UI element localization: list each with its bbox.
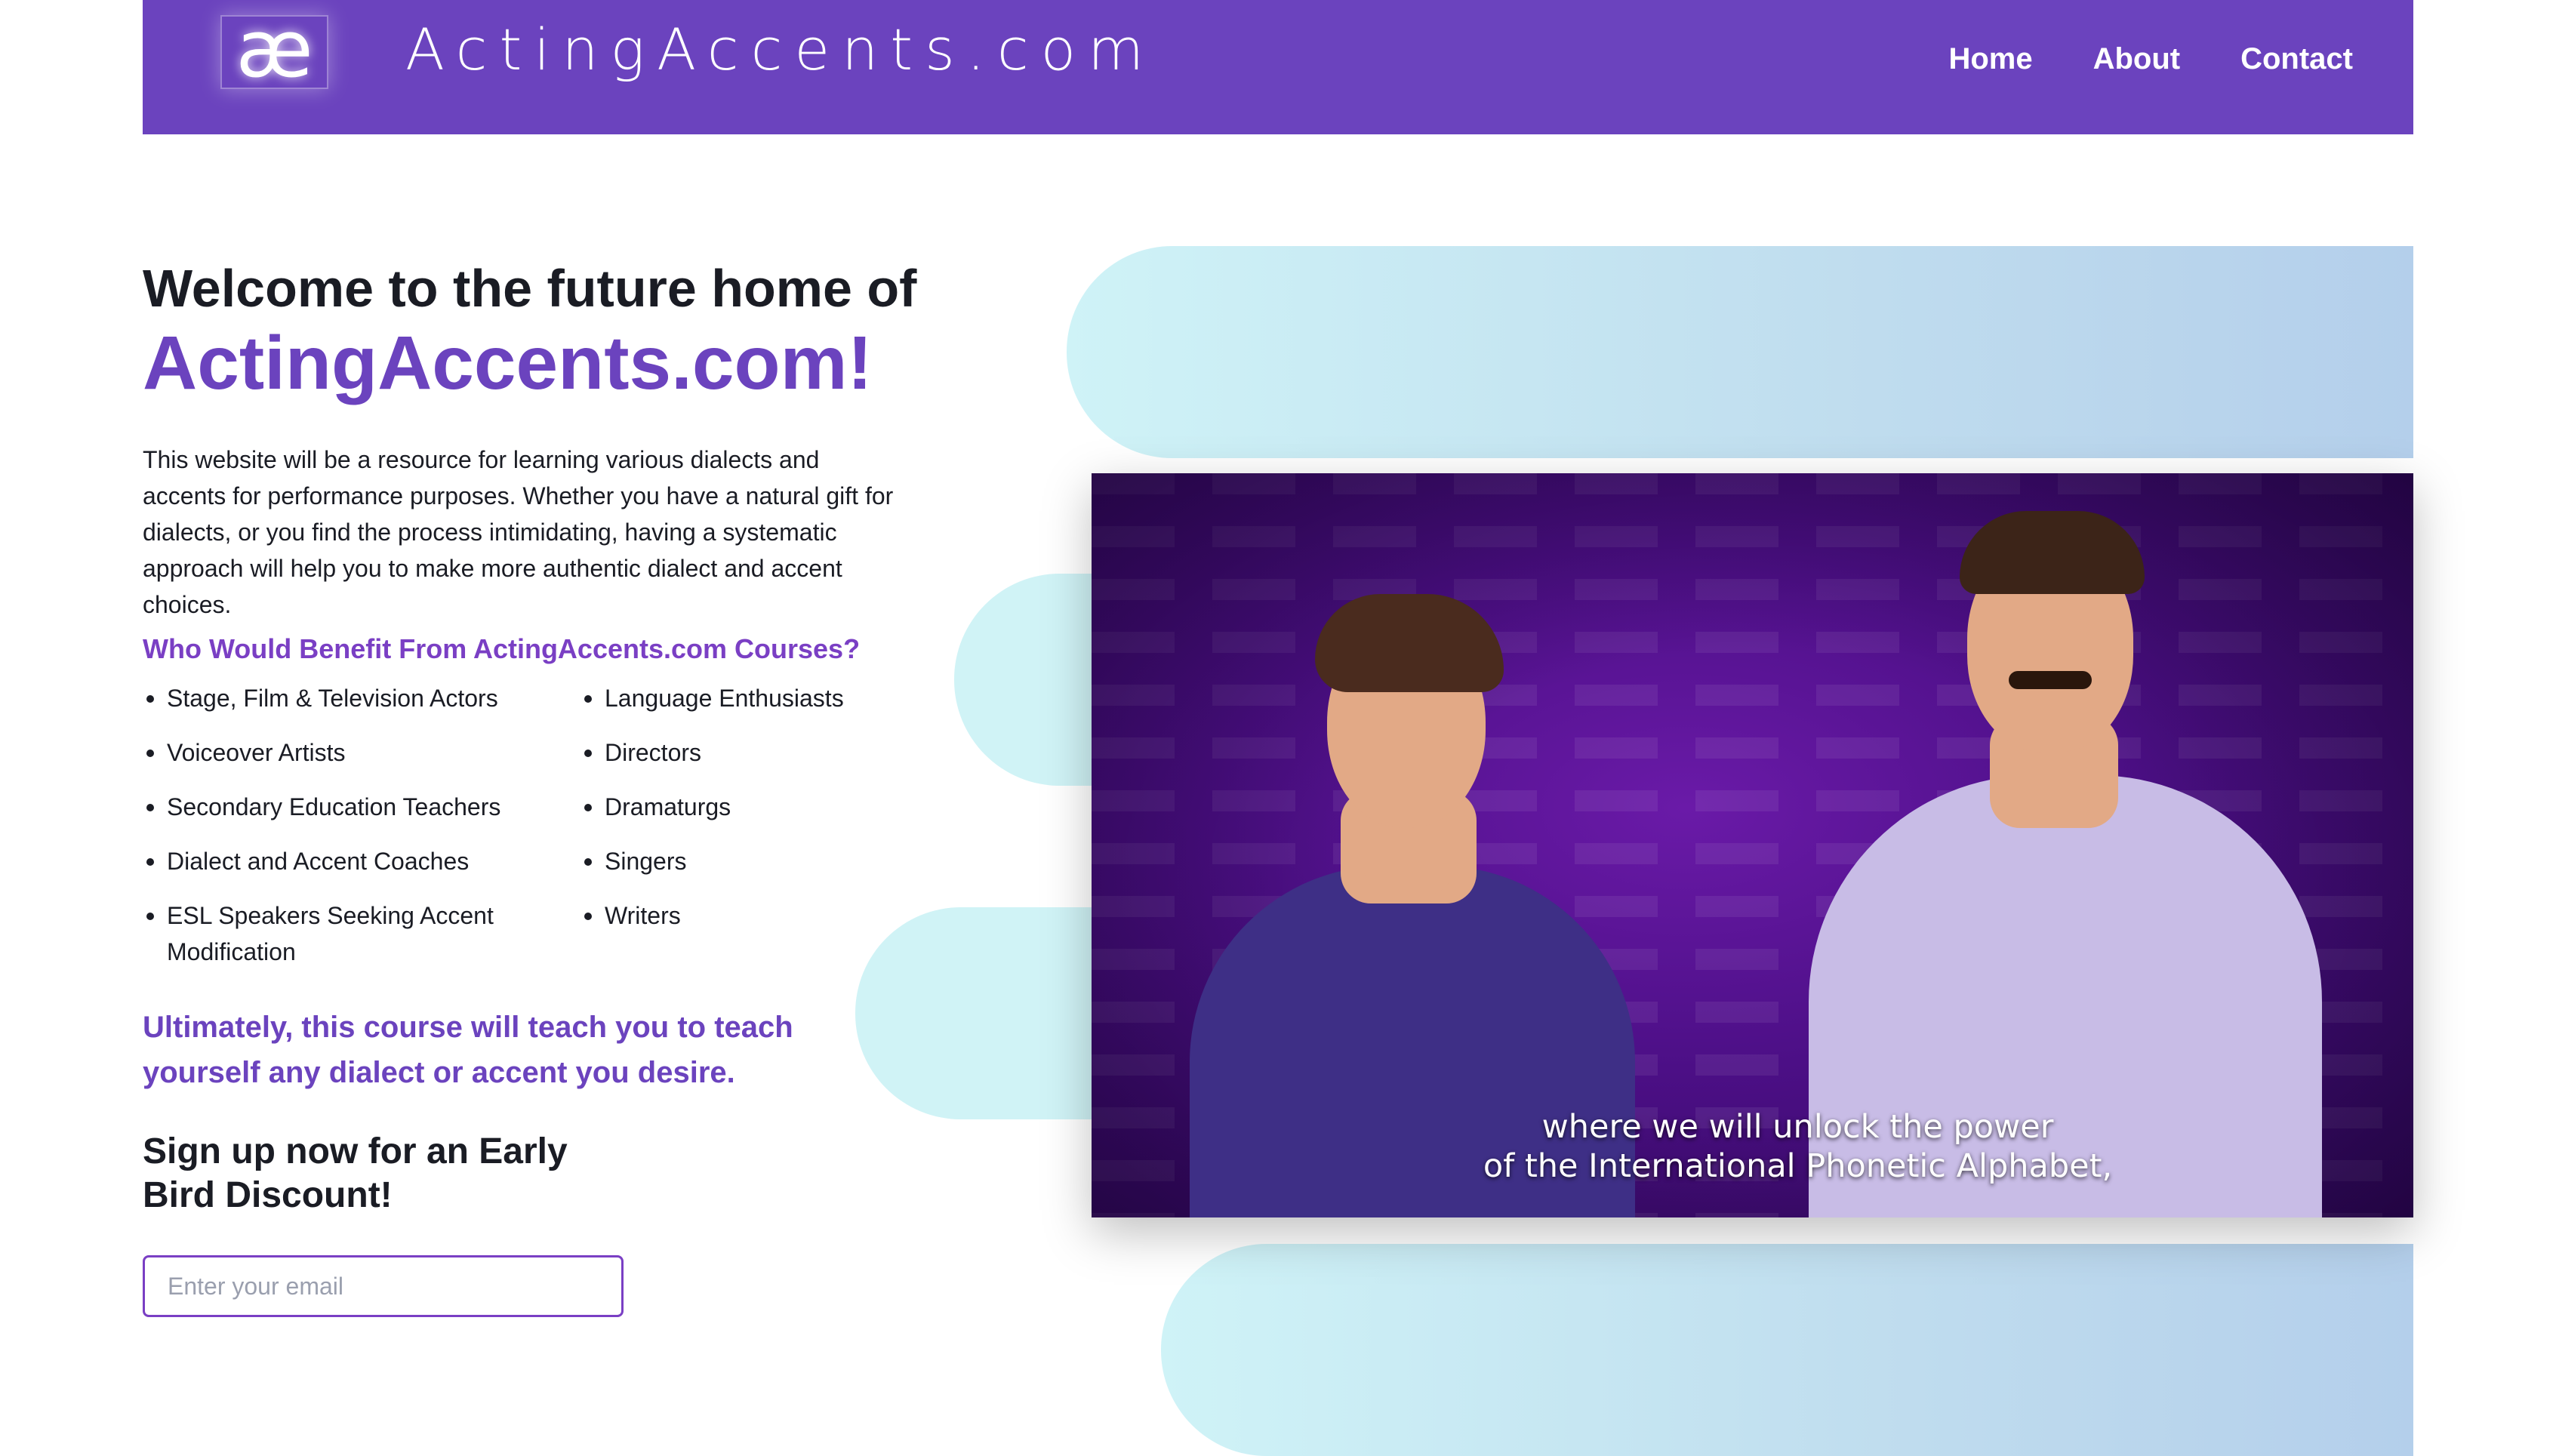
list-item: Directors bbox=[580, 734, 898, 771]
benefits-list: Stage, Film & Television Actors Voiceove… bbox=[143, 680, 988, 988]
caption-line-2: of the International Phonetic Alphabet, bbox=[1483, 1147, 2113, 1185]
brand-heading: ActingAccents.com! bbox=[143, 321, 873, 405]
promo-video[interactable]: where we will unlock the power of the In… bbox=[1092, 473, 2413, 1217]
who-benefits-heading: Who Would Benefit From ActingAccents.com… bbox=[143, 633, 861, 664]
decorative-pill-bottom bbox=[1161, 1244, 2413, 1456]
list-item: Language Enthusiasts bbox=[580, 680, 898, 716]
caption-line-1: where we will unlock the power bbox=[1541, 1108, 2054, 1146]
signup-heading: Sign up now for an Early Bird Discount! bbox=[143, 1131, 568, 1215]
nav-about-link[interactable]: About bbox=[2093, 42, 2181, 76]
intro-paragraph: This website will be a resource for lear… bbox=[143, 446, 894, 618]
decorative-pill-top bbox=[1067, 246, 2413, 458]
benefits-column-right: Language Enthusiasts Directors Dramaturg… bbox=[580, 680, 898, 988]
list-item: Singers bbox=[580, 843, 898, 879]
hero-content: Welcome to the future home of ActingAcce… bbox=[143, 257, 988, 1317]
site-header: æ ActingAccents.com Home About Contact bbox=[143, 0, 2413, 134]
list-item: Dramaturgs bbox=[580, 789, 898, 825]
site-wordmark[interactable]: ActingAccents.com bbox=[405, 21, 1156, 78]
site-logo[interactable]: æ bbox=[220, 10, 328, 89]
email-input[interactable] bbox=[143, 1255, 624, 1317]
video-captions: where we will unlock the power of the In… bbox=[1092, 1107, 2413, 1186]
list-item: ESL Speakers Seeking Accent Modification bbox=[143, 897, 513, 970]
list-item: Writers bbox=[580, 897, 898, 934]
welcome-heading: Welcome to the future home of bbox=[143, 259, 917, 318]
ae-logo-icon: æ bbox=[236, 3, 313, 95]
list-item: Dialect and Accent Coaches bbox=[143, 843, 513, 879]
list-item: Voiceover Artists bbox=[143, 734, 513, 771]
benefits-column-left: Stage, Film & Television Actors Voiceove… bbox=[143, 680, 513, 988]
nav-home-link[interactable]: Home bbox=[1948, 42, 2032, 76]
list-item: Secondary Education Teachers bbox=[143, 789, 513, 825]
list-item: Stage, Film & Television Actors bbox=[143, 680, 513, 716]
nav-contact-link[interactable]: Contact bbox=[2240, 42, 2353, 76]
main-nav: Home About Contact bbox=[1948, 42, 2353, 76]
course-promise-text: Ultimately, this course will teach you t… bbox=[143, 1011, 793, 1089]
